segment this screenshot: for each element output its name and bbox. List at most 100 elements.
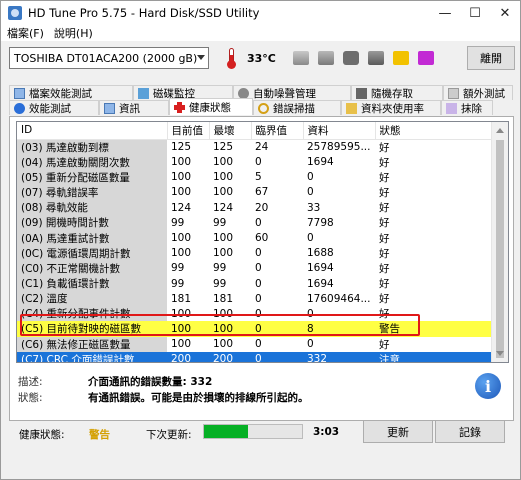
exit-button[interactable]: 離開 xyxy=(467,46,515,70)
menu-file[interactable]: 檔案(F) xyxy=(7,25,44,41)
table-row[interactable]: (09) 開機時間計數 99 99 0 7798 好 xyxy=(17,215,491,231)
cell-data: 1694 xyxy=(307,262,334,275)
cell-id: (08) 尋軌效能 xyxy=(17,200,167,216)
options-button[interactable] xyxy=(389,46,413,70)
cell-worst: 100 xyxy=(213,338,234,351)
status-label: 狀態: xyxy=(18,392,43,404)
error-scan-icon xyxy=(258,102,269,114)
folder-usage-icon xyxy=(346,102,357,114)
tab-erase[interactable]: 抹除 xyxy=(441,100,493,115)
table-row[interactable]: (08) 尋軌效能 124 124 20 33 好 xyxy=(17,200,491,216)
table-row[interactable]: (C6) 無法修正磁區數量 100 100 0 0 好 xyxy=(17,336,491,352)
tab-folder-usage[interactable]: 資料夾使用率 xyxy=(341,100,441,115)
cell-id: (04) 馬達啟動關閉次數 xyxy=(17,154,167,170)
scroll-up-arrow-icon[interactable] xyxy=(496,128,504,133)
tab-random-access[interactable]: 隨機存取 xyxy=(351,85,443,100)
cell-data: 0 xyxy=(307,232,314,245)
cell-worst: 125 xyxy=(213,141,234,153)
cell-current: 100 xyxy=(171,247,192,260)
column-current[interactable]: 目前值 xyxy=(167,122,210,140)
table-row[interactable]: (03) 馬達啟動到標 125 125 24 25789595... 好 xyxy=(17,139,491,155)
cell-worst: 100 xyxy=(213,232,234,245)
cell-current: 100 xyxy=(171,171,192,184)
cell-id: (07) 尋軌錯誤率 xyxy=(17,184,167,201)
cell-threshold: 0 xyxy=(255,277,262,290)
menu-help[interactable]: 說明(H) xyxy=(54,25,93,41)
table-row[interactable]: (C2) 溫度 181 181 0 17609464... 好 xyxy=(17,291,491,307)
column-data[interactable]: 資料 xyxy=(303,122,376,140)
cell-threshold: 0 xyxy=(251,351,303,362)
cell-current: 99 xyxy=(171,262,185,275)
health-panel: ID 目前值 最壞 臨界值 資料 狀態 (03) 馬達啟動到標 125 125 24 2… xyxy=(9,116,514,421)
cell-data: 25789595... xyxy=(307,141,371,153)
table-row[interactable]: (05) 重新分配磁區數量 100 100 5 0 好 xyxy=(17,169,491,185)
scrollbar-thumb[interactable] xyxy=(496,140,504,358)
tab-benchmark[interactable]: 效能測試 xyxy=(9,100,99,115)
window-title: HD Tune Pro 5.75 - Hard Disk/SSD Utility xyxy=(28,6,260,20)
column-worst[interactable]: 最壞 xyxy=(209,122,252,140)
tab-error-scan[interactable]: 錯誤掃描 xyxy=(253,100,341,115)
cell-worst: 100 xyxy=(213,247,234,260)
tab-extra-tests[interactable]: 額外測試 xyxy=(443,85,513,100)
cell-status: 好 xyxy=(379,262,390,275)
table-row[interactable]: (C4) 重新分配事件計數 100 100 0 0 好 xyxy=(17,306,491,322)
update-button[interactable]: 更新 xyxy=(363,420,433,443)
save-button[interactable] xyxy=(364,46,388,70)
table-row[interactable]: (0A) 馬達重試計數 100 100 60 0 好 xyxy=(17,230,491,246)
table-row[interactable]: (04) 馬達啟動關閉次數 100 100 0 1694 好 xyxy=(17,154,491,170)
disk-save-icon xyxy=(368,51,384,65)
minimize-button[interactable]: — xyxy=(430,1,460,25)
next-update-label: 下次更新: xyxy=(146,429,192,441)
cell-threshold: 0 xyxy=(255,307,262,320)
cell-data: 1694 xyxy=(307,156,334,169)
cell-threshold: 0 xyxy=(255,338,262,351)
progress-fill xyxy=(204,425,249,438)
column-threshold[interactable]: 臨界值 xyxy=(251,122,304,140)
column-id[interactable]: ID xyxy=(17,122,168,140)
app-window: HD Tune Pro 5.75 - Hard Disk/SSD Utility… xyxy=(0,0,521,480)
table-row[interactable]: (C5) 目前待對映的磁區數 100 100 0 8 警告 xyxy=(17,321,491,337)
log-button[interactable]: 記錄 xyxy=(435,420,505,443)
tab-info[interactable]: 資訊 xyxy=(99,100,169,115)
cell-threshold: 0 xyxy=(255,262,262,275)
thermometer-icon xyxy=(225,47,237,69)
table-row[interactable]: (07) 尋軌錯誤率 100 100 67 0 好 xyxy=(17,184,491,201)
description-value: 介面通訊的錯誤數量: 332 xyxy=(88,376,213,388)
cell-data: 8 xyxy=(303,321,375,337)
download-button[interactable] xyxy=(414,46,438,70)
column-status[interactable]: 狀態 xyxy=(375,122,492,140)
drive-select[interactable]: TOSHIBA DT01ACA200 (2000 gB) xyxy=(9,47,209,69)
cell-status: 好 xyxy=(379,156,390,169)
table-row[interactable]: (C1) 負載循環計數 99 99 0 1694 好 xyxy=(17,276,491,292)
vertical-scrollbar[interactable] xyxy=(491,122,508,362)
copy-text-button[interactable] xyxy=(314,46,338,70)
cell-threshold: 24 xyxy=(255,141,269,153)
extra-tests-icon xyxy=(448,87,459,99)
close-button[interactable]: ✕ xyxy=(490,1,520,25)
cell-id: (03) 馬達啟動到標 xyxy=(17,139,167,155)
cell-id: (C7) CRC 介面錯誤計數 xyxy=(17,351,167,362)
smart-table[interactable]: ID 目前值 最壞 臨界值 資料 狀態 (03) 馬達啟動到標 125 125 24 2… xyxy=(16,121,509,363)
cell-current: 125 xyxy=(171,141,192,153)
cell-worst: 100 xyxy=(213,156,234,169)
maximize-button[interactable]: ☐ xyxy=(460,1,490,25)
drive-select-value: TOSHIBA DT01ACA200 (2000 gB) xyxy=(14,51,198,65)
cell-status: 好 xyxy=(379,202,390,215)
cell-data: 0 xyxy=(307,186,314,199)
cell-threshold: 0 xyxy=(255,156,262,169)
cell-status: 好 xyxy=(379,186,390,199)
cell-id: (0A) 馬達重試計數 xyxy=(17,230,167,246)
copy-info-button[interactable] xyxy=(289,46,313,70)
table-row[interactable]: (C7) CRC 介面錯誤計數 200 200 0 332 注意 xyxy=(17,351,491,362)
screenshot-button[interactable] xyxy=(339,46,363,70)
table-row[interactable]: (C0) 不正常關機計數 99 99 0 1694 好 xyxy=(17,260,491,276)
cell-current: 100 xyxy=(171,338,192,351)
table-row[interactable]: (0C) 電源循環周期計數 100 100 0 1688 好 xyxy=(17,245,491,261)
health-status-label: 健康狀態: xyxy=(19,429,65,441)
health-status-value: 警告 xyxy=(89,429,110,441)
cell-worst: 99 xyxy=(213,216,227,229)
cell-threshold: 60 xyxy=(255,232,269,245)
scroll-down-arrow-icon[interactable] xyxy=(496,351,504,356)
tab-file-benchmark[interactable]: 檔案效能測試 xyxy=(9,85,133,100)
tab-health[interactable]: 健康狀態 xyxy=(169,98,253,115)
